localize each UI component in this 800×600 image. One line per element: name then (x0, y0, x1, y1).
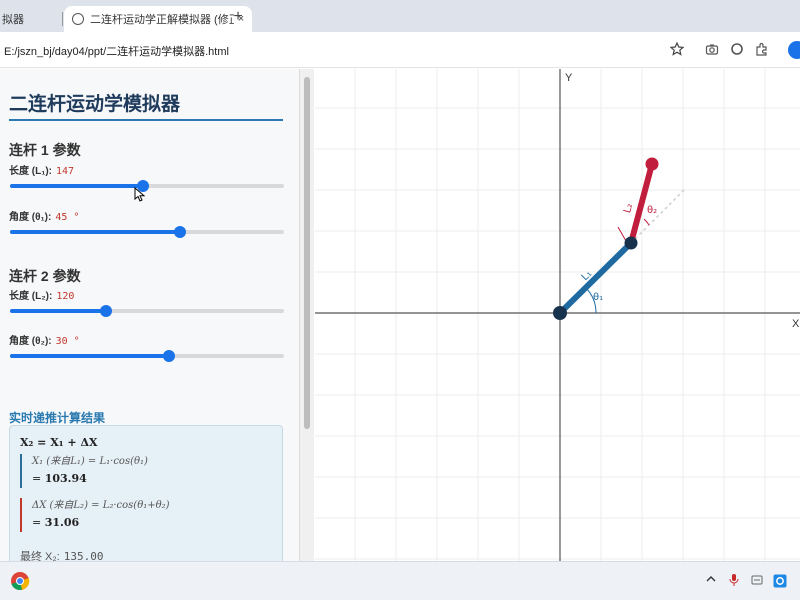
sidebar-scrollbar[interactable] (300, 69, 314, 561)
link1-length-slider[interactable] (10, 180, 284, 192)
x-axis-label: X (792, 318, 800, 330)
base-joint[interactable] (553, 306, 567, 320)
link2-angle-value: 30 ° (55, 336, 80, 347)
page-title: 二连杆运动学模拟器 (9, 94, 181, 115)
link2-length-label-text: 长度 (L₂): (9, 291, 53, 302)
link1-length-label-text: 长度 (L₁): (9, 166, 53, 177)
dx-formula: ΔX (来自L₂) = L₂·cos(θ₁+θ₂) (32, 500, 170, 511)
slider-fill (10, 309, 106, 313)
tab-title: 二连杆运动学正解模拟器 (修正 (90, 14, 234, 26)
browser-tab-bar: 拟器 二连杆运动学正解模拟器 (修正 × + (0, 0, 800, 32)
mic-icon[interactable] (727, 574, 741, 589)
dx-value: 31.06 (44, 516, 80, 529)
new-tab-button[interactable]: + (230, 8, 246, 26)
link1-length-value: 147 (56, 166, 75, 177)
final-x2: 最终 X₂: 135.00 (20, 548, 103, 561)
chevron-up-icon[interactable] (704, 574, 718, 587)
final-x2-label: 最终 X₂: (20, 551, 60, 561)
tab-title: 拟器 (2, 14, 24, 26)
elbow-joint[interactable] (624, 236, 638, 250)
link2-angle-label-text: 角度 (θ₂): (9, 336, 52, 347)
link2-angle-label: 角度 (θ₂): 30 ° (9, 332, 80, 347)
ime-icon[interactable] (750, 574, 764, 589)
os-taskbar (0, 561, 800, 600)
theta1-label: θ₁ (593, 292, 603, 303)
dx-block: ΔX (来自L₂) = L₂·cos(θ₁+θ₂) = 31.06 (20, 498, 270, 532)
link2-tick (617, 226, 627, 242)
address-bar: E:/jszn_bj/day04/ppt/二连杆运动学模拟器.html (0, 32, 800, 68)
profile-icon[interactable] (788, 41, 800, 59)
camera-icon[interactable] (704, 42, 720, 58)
x1-equals: = (32, 472, 42, 485)
url-field[interactable]: E:/jszn_bj/day04/ppt/二连杆运动学模拟器.html (4, 43, 229, 59)
extensions-icon[interactable] (754, 42, 770, 58)
link1-angle-label: 角度 (θ₁): 45 ° (9, 208, 79, 223)
slider-fill (10, 354, 169, 358)
results-heading: 实时递推计算结果 (9, 411, 106, 425)
x1-block: X₁ (来自L₁) = L₁·cos(θ₁) = 103.94 (20, 454, 270, 488)
link1-angle-value: 45 ° (55, 212, 80, 223)
slider-thumb[interactable] (99, 305, 112, 317)
simulation-canvas[interactable]: X Y θ₁ L₁ θ₂ L₂ (315, 69, 800, 561)
theta2-arc (643, 218, 650, 226)
y-axis-label: Y (565, 72, 573, 84)
link1-angle-label-text: 角度 (θ₁): (9, 212, 52, 223)
slider-fill (10, 184, 143, 188)
link2-length-value: 120 (56, 291, 75, 302)
end-effector[interactable] (645, 157, 659, 171)
link2-heading: 连杆 2 参数 (9, 268, 81, 284)
tab-current[interactable]: 二连杆运动学正解模拟器 (修正 × (64, 6, 252, 32)
slider-thumb[interactable] (173, 226, 186, 238)
x1-value: 103.94 (44, 472, 87, 485)
dx-result: = 31.06 (32, 514, 270, 532)
link2-length-label: 长度 (L₂): 120 (9, 287, 74, 302)
link2-angle-slider[interactable] (10, 350, 284, 362)
slider-thumb[interactable] (162, 350, 175, 362)
link1-angle-slider[interactable] (10, 226, 284, 238)
theta2-label: θ₂ (647, 205, 657, 216)
globe-icon (72, 13, 84, 25)
x2-formula: X₂ = X₁ + ΔX (20, 436, 98, 449)
scrollbar-thumb[interactable] (304, 77, 310, 429)
x1-formula: X₁ (来自L₁) = L₁·cos(θ₁) (32, 456, 148, 467)
control-panel: 二连杆运动学模拟器 连杆 1 参数 长度 (L₁): 147 角度 (θ₁): 45… (0, 69, 300, 561)
tab-previous[interactable]: 拟器 (0, 6, 62, 32)
tray-app-icon[interactable] (773, 574, 787, 591)
circle-icon[interactable] (729, 42, 745, 58)
chrome-icon[interactable] (9, 570, 31, 592)
slider-fill (10, 230, 180, 234)
link1-length-label: 长度 (L₁): 147 (9, 162, 74, 177)
x1-result: = 103.94 (32, 470, 270, 488)
link1-heading: 连杆 1 参数 (9, 142, 81, 158)
tab-separator (62, 12, 63, 26)
star-icon[interactable] (669, 41, 685, 58)
link2-length-slider[interactable] (10, 305, 284, 317)
link2-label: L₂ (622, 202, 635, 214)
title-divider (9, 119, 283, 121)
mouse-cursor-icon (134, 187, 146, 202)
dx-equals: = (32, 516, 42, 529)
results-panel: X₂ = X₁ + ΔX X₁ (来自L₁) = L₁·cos(θ₁) = 10… (9, 425, 283, 561)
final-x2-value: 135.00 (63, 550, 104, 561)
